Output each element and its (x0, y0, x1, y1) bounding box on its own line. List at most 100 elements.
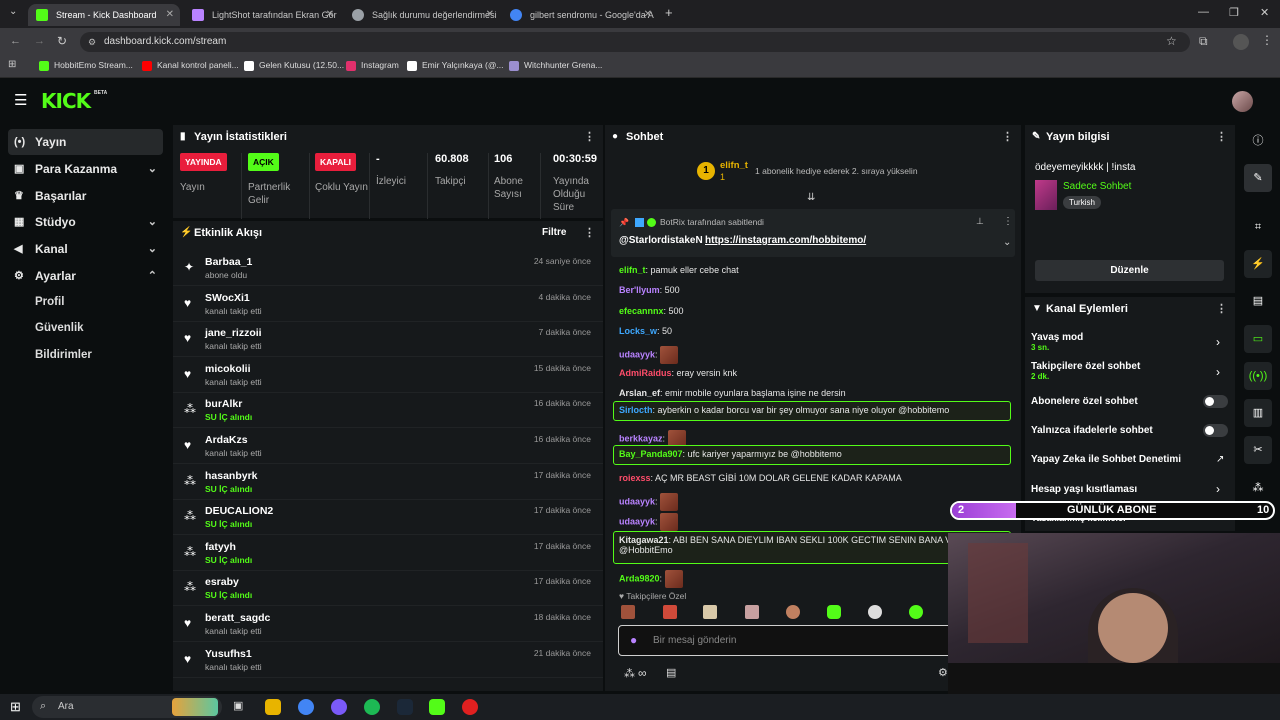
chat-username[interactable]: Arslan_ef (619, 388, 660, 398)
bookmark-5[interactable]: Witchhunter Grena... (509, 60, 602, 71)
activity-user[interactable]: fatyyh (205, 541, 236, 553)
kick-logo[interactable]: KICK (41, 89, 91, 113)
emote-icon[interactable] (663, 605, 677, 619)
browser-menu-icon[interactable]: ⋮ (1261, 33, 1273, 47)
sidebar-item-ayarlar[interactable]: ⚙ Ayarlar ⌃ (8, 263, 163, 289)
pencil-icon[interactable]: ✎ (1244, 164, 1272, 192)
emote-icon[interactable] (621, 605, 635, 619)
more-options-icon[interactable]: ⋮ (1216, 125, 1227, 149)
activity-user[interactable]: micokolii (205, 363, 251, 375)
chat-settings-icon[interactable]: ⚙ (938, 666, 948, 679)
activity-item[interactable]: ♥ ArdaKzs kanalı takip etti 16 dakika önce (173, 429, 603, 464)
chat-rail-icon[interactable]: ▭ (1244, 325, 1272, 353)
user-avatar[interactable] (1232, 91, 1253, 112)
chat-message[interactable]: udaayyk: (619, 346, 679, 364)
activity-user[interactable]: beratt_sagdc (205, 612, 270, 624)
steam-icon[interactable] (397, 699, 413, 715)
activity-item[interactable]: ♥ micokolii kanalı takip etti 15 dakika önc… (173, 358, 603, 393)
document-icon[interactable]: ▤ (1244, 287, 1272, 315)
share-icon[interactable]: ⁂ (624, 667, 635, 680)
chat-username[interactable]: Arda9820 (619, 573, 660, 583)
layout-rail-icon[interactable]: ▥ (1244, 399, 1272, 427)
task-view-icon[interactable]: ▣ (233, 699, 243, 712)
activity-user[interactable]: burAlkr (205, 398, 242, 410)
chat-username[interactable]: Ber'llyum (619, 285, 660, 295)
emote-icon[interactable] (909, 605, 923, 619)
recorder-icon[interactable] (462, 699, 478, 715)
subscribers-only-toggle[interactable] (1203, 395, 1228, 408)
chevron-right-icon[interactable]: › (1216, 335, 1220, 349)
close-tab-icon[interactable]: ✕ (644, 4, 652, 26)
external-link-icon[interactable]: ↗ (1216, 454, 1224, 465)
action-slow-mode[interactable]: Yavaş mod 3 sn. (1031, 332, 1083, 352)
activity-item[interactable]: ✦ Barbaa_1 abone oldu 24 saniye önce (173, 251, 603, 286)
chevron-right-icon[interactable]: › (1216, 482, 1220, 496)
chat-username[interactable]: udaayyk (619, 349, 655, 359)
activity-item[interactable]: ♥ beratt_sagdc kanalı takip etti 18 dakika … (173, 607, 603, 642)
sidebar-item-kanal[interactable]: ◀ Kanal ⌄ (8, 236, 163, 262)
bookmark-0[interactable]: HobbitEmo Stream... (39, 60, 133, 71)
emote-icon[interactable] (786, 605, 800, 619)
chat-message[interactable]: roiexss: AÇ MR BEAST GİBİ 10M DOLAR GELE… (619, 473, 902, 483)
activity-user[interactable]: Barbaa_1 (205, 256, 252, 268)
emote-icon[interactable] (868, 605, 882, 619)
chat-message[interactable]: Arda9820: (619, 570, 683, 588)
chat-username[interactable]: roiexss (619, 473, 651, 483)
pin-options-icon[interactable]: ⋮ (1003, 216, 1013, 227)
bookmark-2[interactable]: Gelen Kutusu (12.50... (244, 60, 344, 71)
url-field[interactable]: ⚙ dashboard.kick.com/stream (80, 32, 1190, 52)
browser-tab-3[interactable]: gilbert sendromu - Google'da A ✕ (502, 4, 658, 26)
spotify-icon[interactable] (364, 699, 380, 715)
sidebar-sub-profil[interactable]: Profil (35, 296, 64, 308)
info-icon[interactable]: ⓘ (1244, 127, 1272, 155)
scroll-down-icon[interactable]: ⇊ (807, 192, 815, 203)
chat-username[interactable]: udaayyk (619, 496, 655, 506)
more-options-icon[interactable]: ⋮ (1002, 125, 1013, 149)
chat-username[interactable]: udaayyk (619, 516, 655, 526)
action-ai-moderation[interactable]: Yapay Zeka ile Sohbet Denetimi (1031, 454, 1181, 465)
activity-user[interactable]: SWocXi1 (205, 292, 250, 304)
activity-user[interactable]: ArdaKzs (205, 434, 248, 446)
hamburger-menu-icon[interactable]: ☰ (14, 91, 27, 109)
activity-item[interactable]: ♥ Yusufhs1 kanalı takip etti 21 dakika önce (173, 643, 603, 678)
chat-username[interactable]: Kitagawa21 (619, 535, 669, 545)
chat-username[interactable]: Sirlocth (619, 405, 653, 415)
microphone-icon[interactable]: ● (630, 633, 637, 647)
more-options-icon[interactable]: ⋮ (584, 221, 595, 245)
activity-item[interactable]: ⁂ DEUCALION2 SU İÇ alındı 17 dakika önce (173, 500, 603, 536)
sidebar-sub-bildirimler[interactable]: Bildirimler (35, 349, 92, 361)
close-window-icon[interactable]: ✕ (1260, 6, 1269, 19)
minimize-icon[interactable]: — (1198, 6, 1209, 18)
sidebar-item-basarilar[interactable]: ♛ Başarılar (8, 183, 163, 209)
filter-button[interactable]: Filtre (542, 221, 566, 245)
chat-message[interactable]: AdmiRaidus: eray versin knk (619, 368, 737, 378)
chat-message[interactable]: udaayyk: (619, 493, 679, 511)
activity-user[interactable]: esraby (205, 576, 239, 588)
unpin-icon[interactable]: ⊥ (976, 216, 984, 227)
sidebar-sub-guvenlik[interactable]: Güvenlik (35, 322, 84, 334)
sidebar-item-studyo[interactable]: ▦ Stüdyo ⌄ (8, 209, 163, 235)
app-icon[interactable] (331, 699, 347, 715)
activity-user[interactable]: DEUCALION2 (205, 505, 273, 517)
emote-icon[interactable] (827, 605, 841, 619)
emotes-only-toggle[interactable] (1203, 424, 1228, 437)
bookmark-1[interactable]: Kanal kontrol paneli... (142, 60, 239, 71)
forward-icon[interactable]: → (34, 35, 45, 47)
chat-message[interactable]: Locks_w: 50 (619, 326, 672, 336)
site-info-icon[interactable]: ⚙ (88, 32, 96, 52)
file-explorer-icon[interactable] (265, 699, 281, 715)
crop-icon[interactable]: ⌗ (1244, 213, 1272, 241)
browser-tab-0[interactable]: Stream - Kick Dashboard ✕ (28, 4, 180, 26)
profile-avatar[interactable] (1233, 34, 1249, 50)
chat-username[interactable]: Locks_w (619, 326, 657, 336)
chat-username[interactable]: Bay_Panda907 (619, 449, 683, 459)
reload-icon[interactable]: ↻ (57, 34, 67, 48)
close-tab-icon[interactable]: ✕ (166, 4, 174, 26)
sidebar-item-para-kazanma[interactable]: ▣ Para Kazanma ⌄ (8, 156, 163, 182)
chat-message[interactable]: Arslan_ef: emir mobile oyunlara başlama … (619, 388, 846, 398)
close-tab-icon[interactable]: ✕ (486, 4, 494, 26)
chat-message[interactable]: Bay_Panda907: ufc kariyer yaparmıyız be … (619, 449, 842, 459)
chat-username[interactable]: efecannnx (619, 306, 664, 316)
top-gifter-name[interactable]: elifn_t (720, 160, 748, 171)
action-account-age[interactable]: Hesap yaşı kısıtlaması (1031, 484, 1137, 495)
